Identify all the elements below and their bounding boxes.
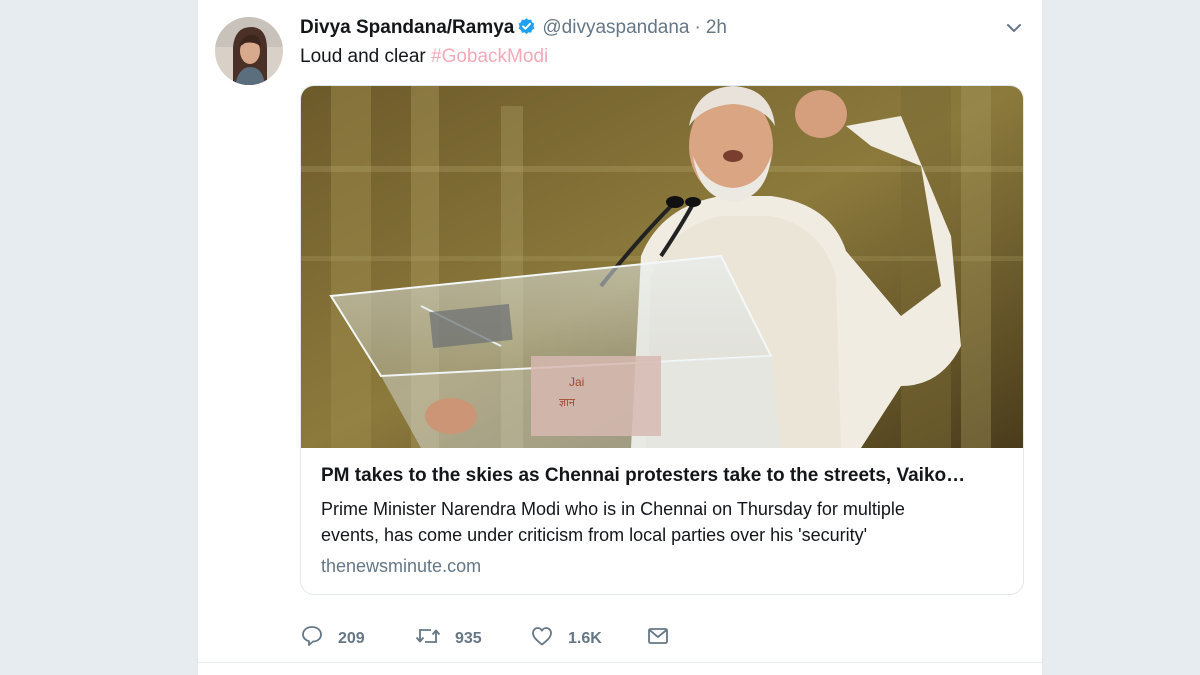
- card-domain[interactable]: thenewsminute.com: [321, 556, 481, 577]
- chevron-down-icon[interactable]: [1004, 18, 1024, 43]
- tweet-divider: [198, 662, 1042, 663]
- like-button[interactable]: 1.6K: [530, 624, 602, 653]
- retweet-icon: [415, 624, 441, 653]
- reply-count: 209: [338, 629, 365, 647]
- separator-dot: ·: [694, 17, 701, 38]
- reply-button[interactable]: 209: [300, 624, 365, 653]
- message-icon: [646, 624, 670, 653]
- podium-sign-subtext: ज्ञान: [559, 397, 576, 409]
- card-description: Prime Minister Narendra Modi who is in C…: [321, 496, 1001, 548]
- link-card[interactable]: Jai ज्ञान PM takes to the skies as Chenn…: [300, 85, 1024, 595]
- avatar[interactable]: [215, 17, 283, 85]
- tweet-text: Loud and clear #GobackModi: [300, 45, 548, 69]
- card-description-line-1: Prime Minister Narendra Modi who is in C…: [321, 499, 905, 519]
- tweet-text-body: Loud and clear: [300, 46, 431, 67]
- verified-badge-icon: [517, 17, 536, 43]
- retweet-count: 935: [455, 629, 482, 647]
- hashtag-link[interactable]: #GobackModi: [431, 46, 548, 67]
- like-count: 1.6K: [568, 629, 602, 647]
- direct-message-button[interactable]: [646, 624, 670, 653]
- podium-sign-text: Jai: [569, 375, 584, 389]
- user-handle[interactable]: @divyaspandana: [542, 17, 689, 38]
- reply-icon: [300, 624, 324, 653]
- like-icon: [530, 624, 554, 653]
- card-description-line-2: events, has come under criticism from lo…: [321, 525, 868, 545]
- display-name[interactable]: Divya Spandana/Ramya: [300, 17, 514, 38]
- tweet-header: Divya Spandana/Ramya @divyaspandana · 2h: [300, 16, 727, 43]
- timestamp[interactable]: 2h: [706, 17, 727, 38]
- retweet-button[interactable]: 935: [415, 624, 482, 653]
- card-title[interactable]: PM takes to the skies as Chennai protest…: [321, 465, 1011, 487]
- card-image[interactable]: Jai ज्ञान: [301, 86, 1023, 448]
- tweet: Divya Spandana/Ramya @divyaspandana · 2h Lo…: [197, 0, 1043, 675]
